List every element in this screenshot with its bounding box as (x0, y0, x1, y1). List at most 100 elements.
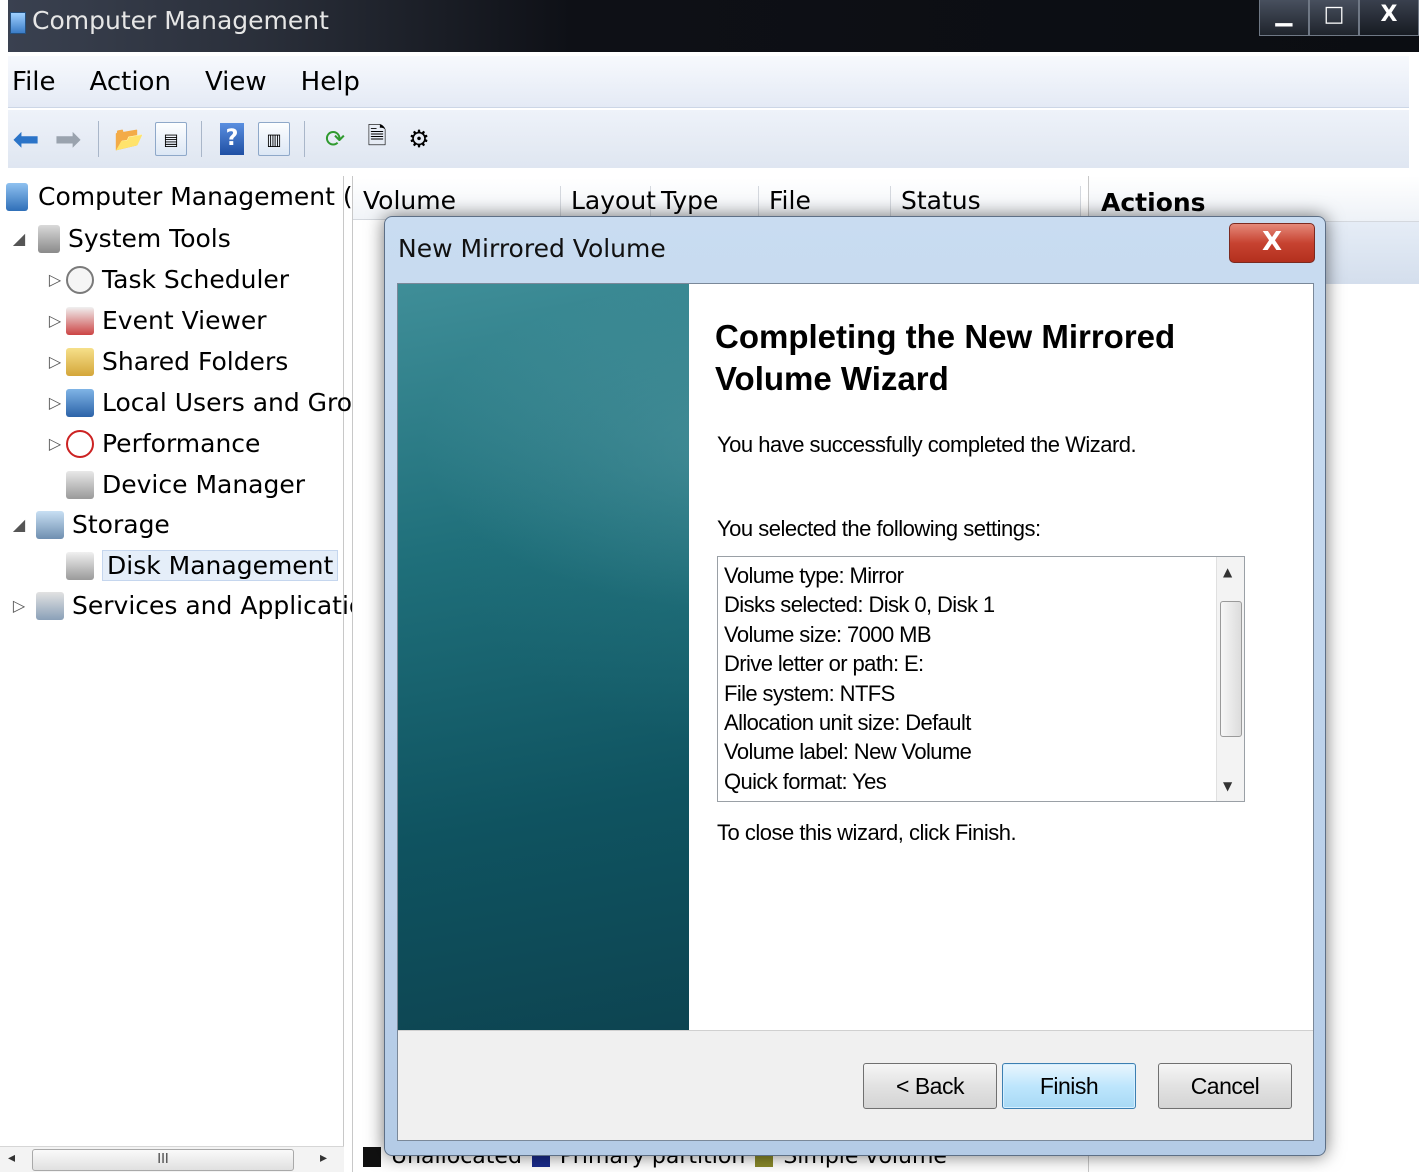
tree-item-shared-folders[interactable]: ▷ Shared Folders (44, 347, 288, 376)
toolbar-separator (98, 121, 99, 157)
menu-file[interactable]: File (12, 67, 56, 97)
expand-arrow-icon[interactable]: ▷ (8, 596, 30, 615)
setting-line: Volume size: 7000 MB (724, 621, 932, 647)
setting-line: Allocation unit size: Default (724, 710, 971, 736)
tree-item-device-manager[interactable]: Device Manager (66, 470, 305, 499)
settings-icon[interactable]: ⚙ (403, 122, 435, 156)
maximize-button[interactable]: □ (1309, 0, 1359, 36)
settings-textbox[interactable]: Volume type: Mirror Disks selected: Disk… (717, 556, 1245, 802)
navigation-tree: Computer Management (Local ◢ System Tool… (0, 176, 417, 1172)
settings-vertical-scrollbar[interactable]: ▲ ▼ (1216, 557, 1244, 801)
volume-list-header: Volume Layout Type File System Status (353, 178, 1081, 244)
expand-arrow-icon[interactable]: ▷ (44, 311, 66, 330)
wizard-heading-line: Volume Wizard (715, 360, 949, 397)
tree-item-event-viewer[interactable]: ▷ Event Viewer (44, 306, 267, 335)
shared-folder-icon (66, 347, 94, 376)
event-viewer-icon (66, 306, 94, 335)
setting-line: Quick format: Yes (724, 768, 887, 794)
performance-icon (66, 429, 94, 458)
tree-label: Disk Management (102, 550, 339, 581)
up-folder-icon[interactable]: 📂 (113, 122, 145, 156)
tree-label: Storage (72, 510, 170, 539)
services-icon (36, 591, 64, 620)
tree-label: System Tools (68, 224, 231, 253)
wizard-banner-image (398, 284, 689, 1030)
tree-horizontal-scrollbar[interactable]: ◂ III ▸ (0, 1146, 344, 1172)
collapse-arrow-icon[interactable]: ◢ (8, 229, 30, 248)
expand-arrow-icon[interactable]: ▷ (44, 352, 66, 371)
minimize-button[interactable]: ▁ (1259, 0, 1309, 36)
tree-item-performance[interactable]: ▷ Performance (44, 429, 261, 458)
new-mirrored-volume-dialog: New Mirrored Volume X Completing the New… (384, 216, 1326, 1156)
toolbar: ⬅ ➡ 📂 ▤ ? ▥ ⟳ 🗎 ⚙ (8, 110, 1409, 168)
clock-icon (66, 265, 94, 294)
menu-bar: File Action View Help (8, 56, 1409, 108)
scroll-thumb[interactable] (1220, 601, 1242, 737)
dialog-body: Completing the New Mirrored Volume Wizar… (397, 283, 1314, 1141)
menu-action[interactable]: Action (90, 67, 171, 97)
expand-arrow-icon[interactable]: ▷ (44, 270, 66, 289)
tree-item-disk-management[interactable]: Disk Management (66, 550, 339, 581)
wizard-heading-line: Completing the New Mirrored (715, 318, 1176, 355)
wizard-heading: Completing the New Mirrored Volume Wizar… (715, 316, 1275, 400)
storage-icon (36, 510, 64, 539)
close-hint: To close this wizard, click Finish. (717, 820, 1017, 845)
device-manager-icon (66, 470, 94, 499)
window-controls: ▁ □ X (1259, 0, 1419, 36)
setting-line: Volume label: New Volume (724, 739, 972, 765)
forward-arrow-icon[interactable]: ➡ (52, 120, 84, 158)
tree-item-local-users[interactable]: ▷ Local Users and Groups (44, 388, 397, 417)
close-window-button[interactable]: X (1359, 0, 1419, 36)
back-button[interactable]: < Back (863, 1063, 997, 1109)
show-hide-action-pane-icon[interactable]: ▥ (258, 122, 290, 156)
scroll-up-icon[interactable]: ▲ (1223, 565, 1232, 579)
toolbar-separator (201, 121, 202, 157)
disk-icon (66, 551, 94, 580)
refresh-icon[interactable]: ⟳ (319, 122, 351, 156)
dialog-title: New Mirrored Volume (398, 234, 666, 263)
properties-icon[interactable]: 🗎 (361, 122, 393, 156)
tree-item-system-tools[interactable]: ◢ System Tools (8, 224, 231, 253)
tree-label: Device Manager (102, 470, 306, 499)
setting-line: Volume type: Mirror (724, 563, 904, 588)
tree-label: Event Viewer (102, 306, 267, 335)
wizard-content: Completing the New Mirrored Volume Wizar… (689, 284, 1313, 1030)
window-title: Computer Management (32, 6, 329, 35)
window-titlebar: Computer Management ▁ □ X (8, 0, 1419, 52)
setting-line: Disks selected: Disk 0, Disk 1 (724, 592, 995, 618)
computer-management-icon (10, 12, 26, 34)
tree-item-storage[interactable]: ◢ Storage (8, 510, 170, 539)
success-text: You have successfully completed the Wiza… (717, 432, 1137, 457)
expand-arrow-icon[interactable]: ▷ (44, 434, 66, 453)
back-arrow-icon[interactable]: ⬅ (10, 120, 42, 158)
dialog-close-button[interactable]: X (1229, 223, 1315, 263)
setting-line: File system: NTFS (724, 680, 895, 706)
expand-arrow-icon[interactable]: ▷ (44, 393, 66, 412)
tree-label: Task Scheduler (102, 265, 290, 294)
settings-intro: You selected the following settings: (717, 516, 1041, 541)
menu-view[interactable]: View (205, 67, 267, 97)
legend-swatch (363, 1146, 381, 1167)
finish-button[interactable]: Finish (1002, 1063, 1136, 1109)
cancel-button[interactable]: Cancel (1158, 1063, 1292, 1109)
collapse-arrow-icon[interactable]: ◢ (8, 515, 30, 534)
tree-item-task-scheduler[interactable]: ▷ Task Scheduler (44, 265, 289, 294)
wizard-button-bar: < Back Finish Cancel (398, 1030, 1313, 1140)
tree-label: Services and Applications (72, 591, 394, 620)
computer-icon (6, 182, 28, 211)
settings-lines: Volume type: Mirror Disks selected: Disk… (724, 561, 995, 796)
users-icon (66, 388, 94, 417)
help-icon[interactable]: ? (216, 122, 248, 156)
scroll-down-icon[interactable]: ▼ (1223, 779, 1232, 793)
scroll-right-icon[interactable]: ▸ (320, 1150, 327, 1166)
menu-help[interactable]: Help (301, 67, 360, 97)
scroll-thumb[interactable]: III (32, 1149, 294, 1171)
show-hide-tree-icon[interactable]: ▤ (155, 122, 187, 156)
tools-icon (38, 224, 60, 253)
tree-item-services[interactable]: ▷ Services and Applications (8, 591, 393, 620)
tree-label: Performance (102, 429, 261, 458)
tree-label: Shared Folders (102, 347, 289, 376)
toolbar-separator (304, 121, 305, 157)
setting-line: Drive letter or path: E: (724, 651, 924, 677)
scroll-left-icon[interactable]: ◂ (8, 1150, 15, 1166)
